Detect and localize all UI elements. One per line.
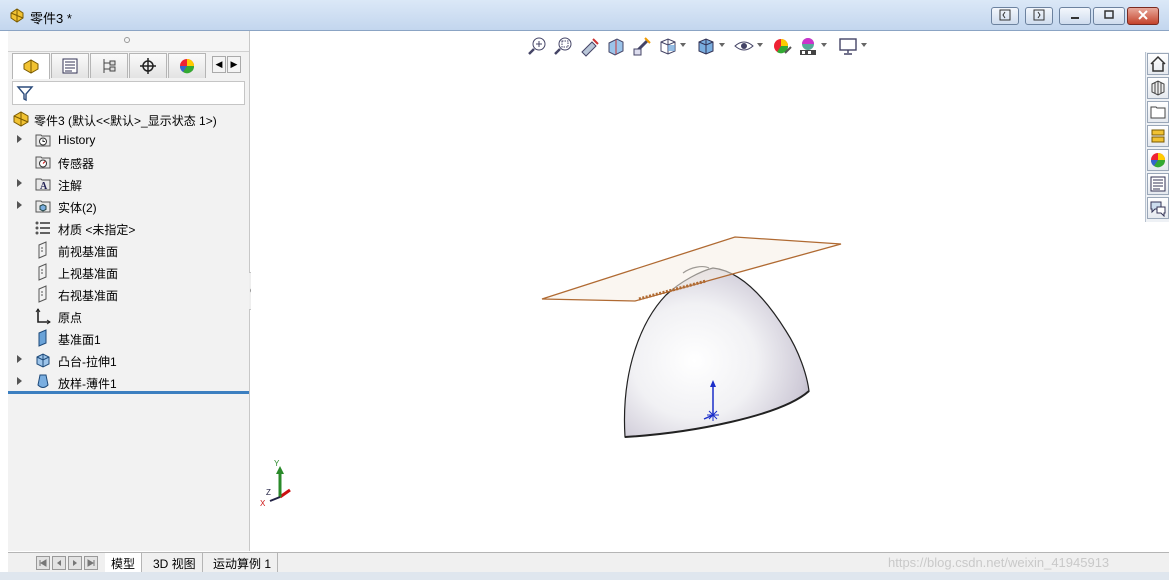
property-manager-icon [62,58,78,74]
plane-icon [34,263,52,281]
tree-item-top-plane[interactable]: 上视基准面 [8,261,249,283]
tree-item-label: 上视基准面 [58,267,119,281]
tree-item-label: 注解 [58,179,83,193]
plane-feature-icon [34,329,52,347]
feature-manager-panel: ◀ ▶ 零件3 (默认<<默认>_显示状态 1>) History 传感器 A … [8,31,250,551]
manager-tabs: ◀ ▶ [8,53,249,79]
expand-arrow-icon[interactable] [17,135,22,143]
material-icon [34,219,52,237]
tree-item-boss-extrude1[interactable]: 凸台-拉伸1 [8,349,249,371]
forum-icon[interactable] [1147,197,1169,219]
tab-motion-study-1[interactable]: 运动算例 1 [207,553,279,572]
restore-right-button[interactable] [1025,7,1053,25]
last-tab-button[interactable] [84,556,98,570]
tab-feature-manager[interactable] [12,53,50,79]
sensor-icon [34,153,52,171]
tree-item-plane1[interactable]: 基准面1 [8,327,249,349]
tree-item-label: 传感器 [58,157,95,171]
tree-item-label: 右视基准面 [58,289,119,303]
tree-item-label: History [58,133,96,147]
solid-bodies-icon [34,197,52,215]
restore-left-button[interactable] [991,7,1019,25]
tree-item-solid-bodies[interactable]: 实体(2) [8,195,249,217]
status-bar [0,572,1169,580]
expand-arrow-icon[interactable] [17,179,22,187]
model-view [541,236,842,438]
triad-x-label: X [260,499,266,508]
rollback-bar[interactable] [8,391,249,394]
graphics-area[interactable]: Y X Z [251,31,1145,551]
filter-icon [16,86,34,102]
tree-item-label: 放样-薄件1 [58,377,117,391]
view-triad-icon: Y X Z [260,459,291,508]
loft-icon [34,373,52,391]
tree-item-label: 基准面1 [58,333,101,347]
tree-item-label: 原点 [58,311,83,325]
tree-item-material[interactable]: 材质 <未指定> [8,217,249,239]
plane-icon [34,241,52,259]
annotation-icon: A [34,175,52,193]
plane-icon [34,285,52,303]
custom-properties-icon[interactable] [1147,173,1169,195]
display-manager-icon [179,59,195,74]
configuration-manager-icon [103,59,116,73]
tab-dimxpert-manager[interactable] [129,53,167,78]
history-icon [34,131,52,149]
tab-scroll-left-button[interactable]: ◀ [212,56,226,73]
tree-item-sensors[interactable]: 传感器 [8,151,249,173]
design-library-icon[interactable] [1147,101,1169,123]
tab-model[interactable]: 模型 [105,553,143,572]
expand-arrow-icon[interactable] [17,201,22,209]
part-icon [12,110,30,131]
tab-scroll-right-button[interactable]: ▶ [227,56,241,73]
tree-item-annotations[interactable]: A 注解 [8,173,249,195]
tree-item-label: 材质 <未指定> [58,223,136,237]
extrude-icon [34,351,52,369]
feature-filter-box[interactable] [12,81,245,105]
tab-3d-view[interactable]: 3D 视图 [147,553,203,572]
dimxpert-icon [140,58,156,74]
title-bar: 零件3 * [0,0,1169,31]
tree-item-label: 前视基准面 [58,245,119,259]
tree-item-front-plane[interactable]: 前视基准面 [8,239,249,261]
triad-z-label: Z [266,488,271,497]
tab-property-manager[interactable] [51,53,89,78]
close-button[interactable] [1127,7,1159,25]
minimize-button[interactable] [1059,7,1091,25]
origin-icon [34,307,52,325]
svg-text:A: A [40,181,48,192]
maximize-button[interactable] [1093,7,1125,25]
tree-item-label: 凸台-拉伸1 [58,355,117,369]
expand-arrow-icon[interactable] [17,355,22,363]
feature-manager-icon [23,59,39,74]
previous-tab-button[interactable] [52,556,66,570]
3d-content-icon[interactable] [1147,77,1169,99]
first-tab-button[interactable] [36,556,50,570]
tree-item-right-plane[interactable]: 右视基准面 [8,283,249,305]
tab-configuration-manager[interactable] [90,53,128,78]
appearances-icon[interactable] [1147,149,1169,171]
tab-display-manager[interactable] [168,53,206,78]
watermark-text: https://blog.csdn.net/weixin_41945913 [888,555,1110,570]
triad-y-label: Y [274,459,280,468]
panel-splitter-handle[interactable] [8,31,249,52]
tree-item-origin[interactable]: 原点 [8,305,249,327]
part-icon [9,7,25,26]
expand-arrow-icon[interactable] [17,377,22,385]
tree-root-label: 零件3 (默认<<默认>_显示状态 1>) [34,114,217,128]
tree-item-history[interactable]: History [8,129,249,151]
window-title: 零件3 * [30,11,72,26]
tree-item-loft-thin1[interactable]: 放样-薄件1 [8,371,249,393]
file-explorer-icon[interactable] [1147,125,1169,147]
home-icon[interactable] [1147,53,1169,75]
next-tab-button[interactable] [68,556,82,570]
tree-item-label: 实体(2) [58,201,97,215]
task-pane [1145,52,1169,222]
